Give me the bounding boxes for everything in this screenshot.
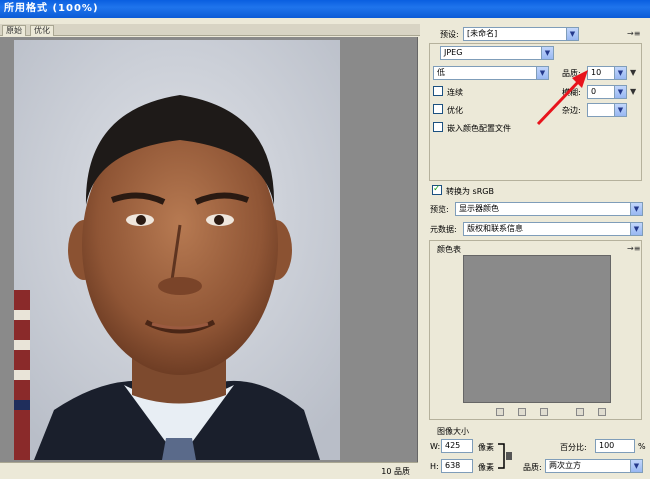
- new-color-icon[interactable]: [576, 408, 584, 416]
- blur-dropdown-icon[interactable]: ▼: [630, 87, 636, 96]
- chevron-down-icon: ▼: [630, 460, 642, 472]
- width-label: W:: [430, 442, 441, 451]
- delete-color-icon[interactable]: [598, 408, 606, 416]
- width-input[interactable]: 425: [441, 439, 473, 453]
- web-shift-icon[interactable]: [518, 408, 526, 416]
- resample-quality-select[interactable]: 两次立方 ▼: [545, 459, 643, 473]
- format-value: JPEG: [444, 48, 463, 57]
- metadata-label: 元数据:: [430, 225, 457, 234]
- height-input[interactable]: 638: [441, 459, 473, 473]
- chevron-down-icon: ▼: [630, 223, 642, 235]
- chevron-down-icon: ▼: [614, 86, 626, 98]
- quality-dropdown-icon[interactable]: ▼: [630, 68, 636, 77]
- color-table-swatches[interactable]: [463, 255, 611, 403]
- chevron-down-icon: ▼: [630, 203, 642, 215]
- status-quality-text: 10 品质: [381, 467, 410, 476]
- color-table-menu-icon[interactable]: →≡: [627, 244, 640, 253]
- optimized-checkbox[interactable]: [433, 104, 443, 114]
- matte-label: 杂边:: [562, 106, 581, 115]
- percent-unit: %: [638, 442, 646, 451]
- chevron-down-icon: ▼: [536, 67, 548, 79]
- quality-value: 10: [591, 68, 602, 77]
- map-color-icon[interactable]: [496, 408, 504, 416]
- chevron-down-icon: ▼: [566, 28, 578, 40]
- preview-label: 预览:: [430, 205, 449, 214]
- metadata-value: 版权和联系信息: [467, 224, 523, 233]
- compression-select[interactable]: 低 ▼: [433, 66, 549, 80]
- embed-profile-label: 嵌入颜色配置文件: [447, 124, 511, 133]
- resample-quality-label: 品质:: [523, 463, 542, 472]
- width-unit: 像素: [478, 443, 494, 452]
- blur-value: 0: [591, 87, 597, 96]
- progressive-label: 连续: [447, 88, 463, 97]
- convert-srgb-checkbox[interactable]: [432, 184, 442, 195]
- quality-label: 品质:: [562, 69, 581, 78]
- format-select[interactable]: JPEG ▼: [440, 46, 554, 60]
- convert-srgb-label: 转换为 sRGB: [446, 187, 494, 196]
- color-table-title: 颜色表: [437, 245, 461, 254]
- lock-color-icon[interactable]: [540, 408, 548, 416]
- compression-value: 低: [437, 68, 445, 77]
- preview-value: 显示器颜色: [459, 204, 499, 213]
- status-bar: 10 品质: [0, 462, 418, 479]
- tab-original[interactable]: 原始: [2, 25, 26, 36]
- panel-menu-icon[interactable]: →≡: [627, 29, 640, 38]
- quality-field[interactable]: 10 ▼: [587, 66, 627, 80]
- preset-label: 预设:: [440, 30, 459, 39]
- constrain-proportions-icon[interactable]: [496, 440, 514, 472]
- blur-label: 模糊:: [562, 88, 581, 97]
- resample-quality-value: 两次立方: [549, 461, 581, 470]
- window-title: 所用格式 (100%): [0, 0, 650, 18]
- preview-photo: [14, 40, 340, 460]
- preview-tab-strip: 原始 优化: [0, 24, 420, 36]
- preset-select[interactable]: [未命名] ▼: [463, 27, 579, 41]
- portrait-image: [14, 40, 340, 460]
- tab-optimized[interactable]: 优化: [30, 25, 54, 36]
- metadata-select[interactable]: 版权和联系信息 ▼: [463, 222, 643, 236]
- height-label: H:: [430, 462, 439, 471]
- preview-select[interactable]: 显示器颜色 ▼: [455, 202, 643, 216]
- matte-select[interactable]: ▼: [587, 103, 627, 117]
- preset-value: [未命名]: [467, 29, 498, 38]
- blur-field[interactable]: 0 ▼: [587, 85, 627, 99]
- embed-profile-checkbox[interactable]: [433, 122, 443, 132]
- height-unit: 像素: [478, 463, 494, 472]
- chevron-down-icon: ▼: [614, 104, 626, 116]
- percent-input[interactable]: 100: [595, 439, 635, 453]
- chevron-down-icon: ▼: [614, 67, 626, 79]
- chevron-down-icon: ▼: [541, 47, 553, 59]
- percent-label: 百分比:: [560, 443, 587, 452]
- image-size-title: 图像大小: [437, 427, 469, 436]
- optimized-label: 优化: [447, 106, 463, 115]
- progressive-checkbox[interactable]: [433, 86, 443, 96]
